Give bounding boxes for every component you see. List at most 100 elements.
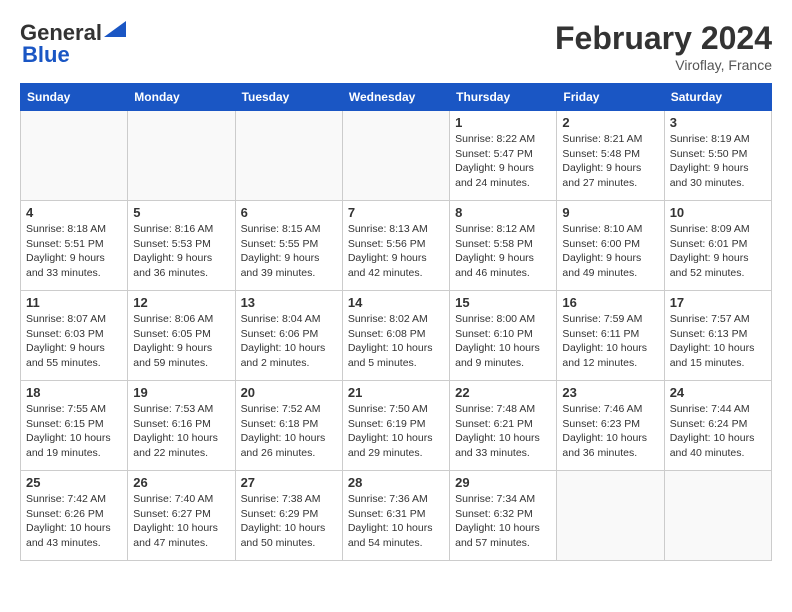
day-number: 12 bbox=[133, 295, 229, 310]
day-info: Sunrise: 7:55 AM Sunset: 6:15 PM Dayligh… bbox=[26, 402, 122, 461]
calendar-cell: 6 Sunrise: 8:15 AM Sunset: 5:55 PM Daylig… bbox=[235, 201, 342, 291]
day-number: 25 bbox=[26, 475, 122, 490]
calendar-cell: 11 Sunrise: 8:07 AM Sunset: 6:03 PM Dayli… bbox=[21, 291, 128, 381]
calendar-cell: 8 Sunrise: 8:12 AM Sunset: 5:58 PM Daylig… bbox=[450, 201, 557, 291]
day-info: Sunrise: 8:10 AM Sunset: 6:00 PM Dayligh… bbox=[562, 222, 658, 281]
day-number: 6 bbox=[241, 205, 337, 220]
day-info: Sunrise: 8:18 AM Sunset: 5:51 PM Dayligh… bbox=[26, 222, 122, 281]
day-number: 24 bbox=[670, 385, 766, 400]
day-number: 2 bbox=[562, 115, 658, 130]
calendar-cell bbox=[21, 111, 128, 201]
day-number: 3 bbox=[670, 115, 766, 130]
day-number: 29 bbox=[455, 475, 551, 490]
day-number: 11 bbox=[26, 295, 122, 310]
calendar-cell: 20 Sunrise: 7:52 AM Sunset: 6:18 PM Dayli… bbox=[235, 381, 342, 471]
calendar-cell: 21Sunrise: 7:50 AM Sunset: 6:19 PM Dayli… bbox=[342, 381, 449, 471]
calendar-cell: 10 Sunrise: 8:09 AM Sunset: 6:01 PM Dayli… bbox=[664, 201, 771, 291]
day-info: Sunrise: 8:12 AM Sunset: 5:58 PM Dayligh… bbox=[455, 222, 551, 281]
calendar-cell: 19Sunrise: 7:53 AM Sunset: 6:16 PM Dayli… bbox=[128, 381, 235, 471]
day-info: Sunrise: 8:15 AM Sunset: 5:55 PM Dayligh… bbox=[241, 222, 337, 281]
day-info: Sunrise: 7:36 AM Sunset: 6:31 PM Dayligh… bbox=[348, 492, 444, 551]
calendar-cell: 25 Sunrise: 7:42 AM Sunset: 6:26 PM Dayli… bbox=[21, 471, 128, 561]
calendar-col-header: Friday bbox=[557, 84, 664, 111]
calendar-cell bbox=[235, 111, 342, 201]
day-number: 14 bbox=[348, 295, 444, 310]
day-info: Sunrise: 8:07 AM Sunset: 6:03 PM Dayligh… bbox=[26, 312, 122, 371]
day-info: Sunrise: 8:02 AM Sunset: 6:08 PM Dayligh… bbox=[348, 312, 444, 371]
calendar-cell: 7 Sunrise: 8:13 AM Sunset: 5:56 PM Daylig… bbox=[342, 201, 449, 291]
day-info: Sunrise: 7:57 AM Sunset: 6:13 PM Dayligh… bbox=[670, 312, 766, 371]
day-info: Sunrise: 7:59 AM Sunset: 6:11 PM Dayligh… bbox=[562, 312, 658, 371]
day-info: Sunrise: 8:16 AM Sunset: 5:53 PM Dayligh… bbox=[133, 222, 229, 281]
day-number: 7 bbox=[348, 205, 444, 220]
day-number: 17 bbox=[670, 295, 766, 310]
calendar-week-row: 1Sunrise: 8:22 AM Sunset: 5:47 PM Daylig… bbox=[21, 111, 772, 201]
day-number: 8 bbox=[455, 205, 551, 220]
calendar-cell: 15 Sunrise: 8:00 AM Sunset: 6:10 PM Dayli… bbox=[450, 291, 557, 381]
day-info: Sunrise: 8:13 AM Sunset: 5:56 PM Dayligh… bbox=[348, 222, 444, 281]
calendar-header-row: SundayMondayTuesdayWednesdayThursdayFrid… bbox=[21, 84, 772, 111]
day-number: 28 bbox=[348, 475, 444, 490]
calendar-cell: 27 Sunrise: 7:38 AM Sunset: 6:29 PM Dayli… bbox=[235, 471, 342, 561]
day-number: 22 bbox=[455, 385, 551, 400]
calendar-cell: 14 Sunrise: 8:02 AM Sunset: 6:08 PM Dayli… bbox=[342, 291, 449, 381]
calendar-week-row: 25 Sunrise: 7:42 AM Sunset: 6:26 PM Dayli… bbox=[21, 471, 772, 561]
day-info: Sunrise: 8:00 AM Sunset: 6:10 PM Dayligh… bbox=[455, 312, 551, 371]
calendar-cell: 4Sunrise: 8:18 AM Sunset: 5:51 PM Daylig… bbox=[21, 201, 128, 291]
day-info: Sunrise: 7:42 AM Sunset: 6:26 PM Dayligh… bbox=[26, 492, 122, 551]
calendar-cell: 29 Sunrise: 7:34 AM Sunset: 6:32 PM Dayli… bbox=[450, 471, 557, 561]
day-info: Sunrise: 7:52 AM Sunset: 6:18 PM Dayligh… bbox=[241, 402, 337, 461]
calendar-week-row: 18Sunrise: 7:55 AM Sunset: 6:15 PM Dayli… bbox=[21, 381, 772, 471]
calendar-col-header: Wednesday bbox=[342, 84, 449, 111]
location: Viroflay, France bbox=[555, 57, 772, 73]
day-info: Sunrise: 8:09 AM Sunset: 6:01 PM Dayligh… bbox=[670, 222, 766, 281]
day-info: Sunrise: 8:21 AM Sunset: 5:48 PM Dayligh… bbox=[562, 132, 658, 191]
month-title: February 2024 bbox=[555, 20, 772, 57]
calendar-cell bbox=[128, 111, 235, 201]
day-number: 23 bbox=[562, 385, 658, 400]
calendar-cell: 3Sunrise: 8:19 AM Sunset: 5:50 PM Daylig… bbox=[664, 111, 771, 201]
calendar-col-header: Saturday bbox=[664, 84, 771, 111]
day-number: 27 bbox=[241, 475, 337, 490]
calendar-cell: 1Sunrise: 8:22 AM Sunset: 5:47 PM Daylig… bbox=[450, 111, 557, 201]
calendar-cell: 16 Sunrise: 7:59 AM Sunset: 6:11 PM Dayli… bbox=[557, 291, 664, 381]
calendar-col-header: Monday bbox=[128, 84, 235, 111]
calendar-week-row: 4Sunrise: 8:18 AM Sunset: 5:51 PM Daylig… bbox=[21, 201, 772, 291]
calendar-table: SundayMondayTuesdayWednesdayThursdayFrid… bbox=[20, 83, 772, 561]
day-number: 10 bbox=[670, 205, 766, 220]
day-info: Sunrise: 8:22 AM Sunset: 5:47 PM Dayligh… bbox=[455, 132, 551, 191]
day-info: Sunrise: 7:44 AM Sunset: 6:24 PM Dayligh… bbox=[670, 402, 766, 461]
day-number: 16 bbox=[562, 295, 658, 310]
day-info: Sunrise: 8:04 AM Sunset: 6:06 PM Dayligh… bbox=[241, 312, 337, 371]
calendar-cell: 22Sunrise: 7:48 AM Sunset: 6:21 PM Dayli… bbox=[450, 381, 557, 471]
day-info: Sunrise: 7:46 AM Sunset: 6:23 PM Dayligh… bbox=[562, 402, 658, 461]
calendar-cell: 5 Sunrise: 8:16 AM Sunset: 5:53 PM Daylig… bbox=[128, 201, 235, 291]
day-number: 13 bbox=[241, 295, 337, 310]
logo: General Blue bbox=[20, 20, 126, 68]
day-number: 15 bbox=[455, 295, 551, 310]
day-info: Sunrise: 7:34 AM Sunset: 6:32 PM Dayligh… bbox=[455, 492, 551, 551]
calendar-body: 1Sunrise: 8:22 AM Sunset: 5:47 PM Daylig… bbox=[21, 111, 772, 561]
calendar-cell: 2 Sunrise: 8:21 AM Sunset: 5:48 PM Daylig… bbox=[557, 111, 664, 201]
day-info: Sunrise: 7:38 AM Sunset: 6:29 PM Dayligh… bbox=[241, 492, 337, 551]
day-info: Sunrise: 7:50 AM Sunset: 6:19 PM Dayligh… bbox=[348, 402, 444, 461]
calendar-cell bbox=[342, 111, 449, 201]
calendar-cell: 18Sunrise: 7:55 AM Sunset: 6:15 PM Dayli… bbox=[21, 381, 128, 471]
calendar-cell: 28 Sunrise: 7:36 AM Sunset: 6:31 PM Dayli… bbox=[342, 471, 449, 561]
day-number: 20 bbox=[241, 385, 337, 400]
logo-icon bbox=[104, 21, 126, 37]
title-area: February 2024 Viroflay, France bbox=[555, 20, 772, 73]
calendar-col-header: Sunday bbox=[21, 84, 128, 111]
day-info: Sunrise: 7:40 AM Sunset: 6:27 PM Dayligh… bbox=[133, 492, 229, 551]
calendar-cell: 26Sunrise: 7:40 AM Sunset: 6:27 PM Dayli… bbox=[128, 471, 235, 561]
day-number: 5 bbox=[133, 205, 229, 220]
calendar-cell: 23 Sunrise: 7:46 AM Sunset: 6:23 PM Dayli… bbox=[557, 381, 664, 471]
calendar-cell: 24 Sunrise: 7:44 AM Sunset: 6:24 PM Dayli… bbox=[664, 381, 771, 471]
header: General Blue February 2024 Viroflay, Fra… bbox=[20, 20, 772, 73]
calendar-cell bbox=[664, 471, 771, 561]
calendar-col-header: Tuesday bbox=[235, 84, 342, 111]
day-number: 19 bbox=[133, 385, 229, 400]
calendar-col-header: Thursday bbox=[450, 84, 557, 111]
calendar-cell: 9Sunrise: 8:10 AM Sunset: 6:00 PM Daylig… bbox=[557, 201, 664, 291]
calendar-cell: 13 Sunrise: 8:04 AM Sunset: 6:06 PM Dayli… bbox=[235, 291, 342, 381]
